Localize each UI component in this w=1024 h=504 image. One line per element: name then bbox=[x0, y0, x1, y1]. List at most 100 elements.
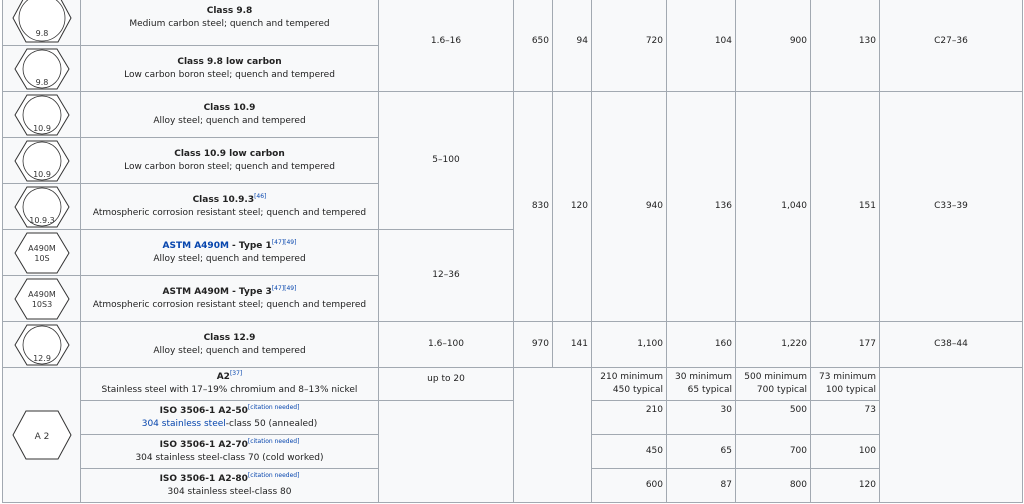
tensile-strength-mpa-cell: 500 bbox=[735, 400, 811, 435]
tensile-strength-ksi-cell: 151 bbox=[810, 91, 880, 322]
hex-bolt-head-icon: 12.9 bbox=[13, 324, 70, 365]
table-row: ISO 3506-1 A2-50[citation needed] 304 st… bbox=[3, 400, 1023, 503]
head-marking-cell: 12.9 bbox=[2, 321, 81, 368]
proof-load-ksi-cell: 94 bbox=[552, 0, 592, 92]
yield-strength-ksi-cell: 30 minimum 65 typical bbox=[666, 367, 736, 401]
grade-title: ISO 3506-1 A2-80 bbox=[159, 473, 248, 484]
table-row: 10.9 Class 10.9 Alloy steel; quench and … bbox=[2, 91, 1023, 322]
head-marking-cell: 10.9.3 bbox=[2, 183, 81, 230]
grade-description-cell: Class 10.9 low carbon Low carbon boron s… bbox=[80, 137, 379, 184]
rockwell-hardness-cell: C27–36 bbox=[879, 0, 1023, 92]
grade-description-cell: ASTM A490M - Type 1[47][49] Alloy steel;… bbox=[80, 229, 379, 276]
astm-a490m-link[interactable]: ASTM A490M bbox=[163, 241, 229, 251]
grade-title: ASTM A490M - Type 3 bbox=[162, 286, 272, 297]
table-row: 12.9 Class 12.9 Alloy steel; quench and … bbox=[2, 321, 1023, 368]
grade-description-cell: Class 9.8 Medium carbon steel; quench an… bbox=[80, 0, 379, 46]
proof-load-mpa-cell: 970 bbox=[513, 321, 553, 368]
grade-description: Atmospheric corrosion resistant steel; q… bbox=[92, 207, 367, 218]
grade-title: Class 10.9.3 bbox=[192, 194, 255, 205]
proof-load-mpa-cell: 830 bbox=[513, 91, 553, 322]
grade-title: A2 bbox=[216, 372, 230, 382]
yield-strength-ksi-cell: 87 bbox=[666, 468, 736, 503]
grade-title: Class 12.9 bbox=[203, 332, 256, 343]
tensile-strength-mpa-cell: 900 bbox=[735, 0, 811, 92]
head-marking-text: 10.9.3 bbox=[29, 216, 54, 225]
grade-description: Stainless steel with 17–19% chromium and… bbox=[101, 385, 358, 395]
head-marking-text: 12.9 bbox=[33, 354, 51, 363]
yield-strength-ksi-cell: 65 bbox=[666, 434, 736, 469]
bolt-grade-table-view: 9.8 Class 9.8 Medium carbon steel; quenc… bbox=[0, 0, 1024, 504]
head-marking-text: 10.9 bbox=[33, 170, 51, 179]
head-marking-text: 10S bbox=[34, 254, 49, 263]
table-row: A 2 A2[37] Stainless steel with 17–19% c… bbox=[2, 367, 1023, 503]
reference-link[interactable]: [37] bbox=[230, 370, 242, 377]
grade-description-cell: Class 10.9 Alloy steel; quench and tempe… bbox=[80, 91, 379, 138]
head-marking-cell: 9.8 bbox=[2, 0, 81, 46]
tensile-strength-mpa-cell: 1,220 bbox=[735, 321, 811, 368]
grade-description: Atmospheric corrosion resistant steel; q… bbox=[92, 299, 367, 310]
yield-strength-mpa-cell: 210 bbox=[591, 400, 667, 435]
grade-description-cell: Class 10.9.3[46] Atmospheric corrosion r… bbox=[80, 183, 379, 230]
grade-description: 304 stainless steel-class 70 (cold worke… bbox=[135, 452, 324, 463]
grade-title: - Type 1 bbox=[228, 240, 272, 251]
size-range-cell: 5–100 bbox=[378, 91, 514, 230]
grade-title: Class 9.8 bbox=[206, 6, 253, 16]
grade-title: ISO 3506-1 A2-70 bbox=[159, 439, 248, 450]
head-marking-text: A 2 bbox=[34, 432, 49, 442]
grade-description: Low carbon boron steel; quench and tempe… bbox=[124, 161, 335, 172]
tensile-strength-ksi-cell: 177 bbox=[810, 321, 880, 368]
yield-strength-ksi-cell: 104 bbox=[666, 0, 736, 92]
min-value: 210 minimum bbox=[600, 372, 663, 382]
head-marking-text: 9.8 bbox=[35, 78, 48, 87]
grade-description-cell: Class 12.9 Alloy steel; quench and tempe… bbox=[80, 321, 379, 368]
size-range-empty-cell bbox=[378, 400, 514, 503]
stainless-steel-304-link[interactable]: 304 stainless steel bbox=[142, 419, 226, 429]
head-marking-text: 10.9 bbox=[33, 124, 51, 133]
tensile-strength-mpa-cell: 1,040 bbox=[735, 91, 811, 322]
reference-link[interactable]: [46] bbox=[254, 193, 266, 200]
rockwell-hardness-cell: C33–39 bbox=[879, 91, 1023, 322]
hex-bolt-head-icon: 9.8 bbox=[11, 0, 72, 43]
proof-load-ksi-cell: 120 bbox=[552, 91, 592, 322]
yield-strength-mpa-cell: 600 bbox=[591, 468, 667, 503]
tensile-strength-ksi-cell: 130 bbox=[810, 0, 880, 92]
citation-needed-link[interactable]: [citation needed] bbox=[248, 404, 300, 411]
grade-title: Class 10.9 low carbon bbox=[174, 148, 285, 159]
typical-value: 700 typical bbox=[756, 385, 807, 395]
head-marking-cell: 10.9 bbox=[2, 137, 81, 184]
yield-strength-mpa-cell: 940 bbox=[591, 91, 667, 322]
head-marking-text: 9.8 bbox=[35, 29, 48, 38]
hex-bolt-head-icon: 10.9 bbox=[13, 94, 70, 135]
size-range-cell: 1.6–16 bbox=[378, 0, 514, 92]
head-marking-cell: A490M 10S bbox=[2, 229, 81, 276]
grade-title: ISO 3506-1 A2-50 bbox=[159, 405, 248, 416]
size-range-cell: up to 20 bbox=[378, 367, 514, 401]
rockwell-hardness-empty-cell bbox=[879, 367, 1023, 503]
citation-needed-link[interactable]: [citation needed] bbox=[248, 438, 300, 445]
grade-title: Class 10.9 bbox=[203, 102, 256, 113]
grade-description: Alloy steel; quench and tempered bbox=[153, 115, 306, 126]
typical-value: 450 typical bbox=[612, 385, 663, 395]
tensile-strength-ksi-cell: 100 bbox=[810, 434, 880, 469]
head-marking-text: A490M bbox=[28, 290, 56, 299]
head-marking-text: 10S3 bbox=[31, 300, 51, 309]
yield-strength-mpa-cell: 720 bbox=[591, 0, 667, 92]
rockwell-hardness-cell: C38–44 bbox=[879, 321, 1023, 368]
yield-strength-mpa-cell: 210 minimum 450 typical bbox=[591, 367, 667, 401]
reference-link[interactable]: [47][49] bbox=[272, 285, 297, 292]
hex-bolt-head-icon: 10.9.3 bbox=[13, 186, 70, 227]
citation-needed-link[interactable]: [citation needed] bbox=[248, 472, 300, 479]
size-range-cell: 12–36 bbox=[378, 229, 514, 322]
hex-bolt-head-icon: A490M 10S bbox=[13, 232, 70, 273]
size-range-cell: 1.6–100 bbox=[378, 321, 514, 368]
yield-strength-mpa-cell: 450 bbox=[591, 434, 667, 469]
grade-description: 304 stainless steel-class 80 bbox=[167, 486, 292, 497]
grade-description-cell: ASTM A490M - Type 3[47][49] Atmospheric … bbox=[80, 275, 379, 322]
grade-description-cell: ISO 3506-1 A2-70[citation needed] 304 st… bbox=[80, 434, 379, 469]
reference-link[interactable]: [47][49] bbox=[272, 239, 297, 246]
grade-description: Alloy steel; quench and tempered bbox=[153, 345, 306, 356]
hex-bolt-head-icon: 9.8 bbox=[13, 48, 70, 89]
yield-strength-ksi-cell: 160 bbox=[666, 321, 736, 368]
tensile-strength-ksi-cell: 73 bbox=[810, 400, 880, 435]
grade-description: Alloy steel; quench and tempered bbox=[153, 253, 306, 264]
